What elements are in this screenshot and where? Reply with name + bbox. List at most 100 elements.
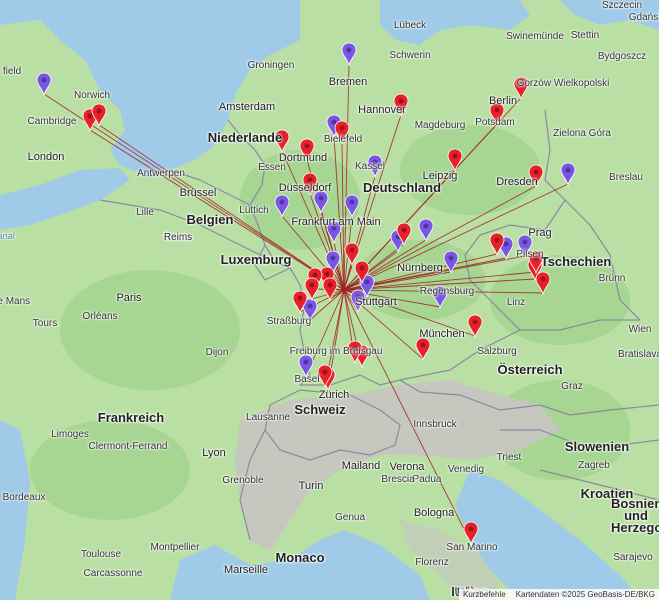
city-label: Nürnberg	[397, 262, 443, 274]
city-label: Brüssel	[179, 187, 217, 199]
country-label: Luxemburg	[220, 252, 292, 267]
city-label: Tours	[32, 318, 58, 329]
city-label: Bratislava	[618, 349, 659, 360]
city-label: Zagreb	[578, 460, 610, 471]
city-label: Lausanne	[246, 412, 290, 423]
map-marker-purple[interactable]	[418, 218, 434, 243]
country-label: Bosnien und Herzegowina	[611, 496, 659, 535]
map-data-attribution: Kartendaten ©2025 GeoBasis-DE/BKG	[515, 590, 655, 599]
city-label: Le Mans	[0, 296, 31, 307]
city-label: Hannover	[358, 104, 406, 116]
city-label: Norwich	[73, 90, 111, 101]
country-label: Monaco	[275, 550, 325, 565]
city-label: Florenz	[415, 557, 449, 568]
map-marker-purple[interactable]	[560, 162, 576, 187]
country-label: Schweiz	[294, 402, 346, 417]
shortcuts-link[interactable]: Kurzbefehle	[463, 590, 506, 599]
city-label: Limoges	[51, 429, 89, 440]
map-marker-red[interactable]	[415, 337, 431, 362]
country-label: Tschechien	[540, 254, 612, 269]
city-label: Frankfurt am Main	[291, 216, 381, 228]
city-label: Bielefeld	[323, 134, 363, 145]
city-label: Dresden	[496, 176, 538, 188]
city-label: Berlin	[488, 95, 518, 107]
city-label: Stettin	[570, 30, 600, 41]
map-canvas[interactable]: Niederlande Deutschland Belgien Luxembur…	[0, 0, 659, 600]
city-label: London	[27, 151, 65, 163]
city-label: Bologna	[413, 507, 455, 519]
city-label: Regensburg	[419, 286, 475, 297]
city-label: Gdańsk	[628, 12, 659, 23]
forest-area	[355, 240, 485, 320]
forest-area	[60, 270, 240, 390]
city-label: Groningen	[247, 60, 295, 71]
city-label: Padua	[412, 474, 442, 485]
city-label: Orléans	[82, 311, 118, 322]
city-label: Swinemünde	[506, 31, 564, 42]
map-marker-red[interactable]	[489, 232, 505, 257]
city-label: Marseille	[223, 564, 269, 576]
country-label: Belgien	[186, 212, 234, 227]
city-label: Zürich	[318, 389, 350, 401]
city-label: Essen	[258, 162, 286, 173]
city-label: Stuttgart	[355, 296, 397, 308]
city-label: Zielona Góra	[553, 128, 611, 139]
mediterranean-sea	[170, 530, 430, 600]
city-label: Freiburg im Breisgau	[289, 346, 383, 357]
city-label: Toulouse	[80, 549, 122, 560]
city-label: Wien	[628, 324, 652, 335]
city-label: Montpellier	[150, 542, 200, 553]
city-label: Basel	[294, 374, 320, 385]
city-label: Brünn	[598, 273, 626, 284]
water-label: anal	[0, 231, 15, 241]
city-label: Kassel	[354, 161, 386, 172]
atlantic-sea	[0, 420, 30, 600]
city-label: Gorzów Wielkopolski	[516, 78, 610, 89]
city-label: Prag	[528, 227, 552, 239]
map-marker-red[interactable]	[467, 314, 483, 339]
city-label: Clermont-Ferrand	[88, 441, 168, 452]
city-label: Reims	[163, 232, 193, 243]
city-label: Brescia	[381, 474, 415, 485]
country-label: Slowenien	[564, 439, 630, 454]
city-label: Pilsen	[516, 249, 544, 260]
city-label: Cambridge	[27, 116, 77, 127]
city-label: Antwerpen	[137, 168, 185, 179]
country-label: Frankreich	[97, 410, 165, 425]
city-label: Grenoble	[222, 475, 264, 486]
city-label: Linz	[506, 297, 526, 308]
city-label: field	[2, 66, 22, 77]
city-label: Sarajevo	[613, 552, 653, 563]
city-label: Bremen	[328, 76, 368, 88]
city-label: Carcassonne	[83, 568, 143, 579]
attribution-bar: Kurzbefehle Kartendaten ©2025 GeoBasis-D…	[458, 589, 659, 600]
city-label: Genua	[334, 512, 366, 523]
city-label: Bordeaux	[2, 492, 46, 503]
country-label: Niederlande	[207, 130, 283, 145]
city-label: Dijon	[205, 347, 229, 358]
city-label: Verona	[389, 461, 425, 473]
city-label: Leipzig	[422, 170, 458, 182]
city-label: Szczecin	[601, 0, 643, 11]
city-label: Lille	[136, 207, 154, 218]
city-label: Salzburg	[477, 346, 517, 357]
map-marker-red[interactable]	[322, 277, 338, 302]
city-label: Magdeburg	[414, 120, 466, 131]
city-label: München	[419, 328, 465, 340]
city-label: Lyon	[202, 447, 226, 459]
city-label: Potsdam	[475, 117, 515, 128]
city-label: Paris	[116, 292, 142, 304]
city-label: Amsterdam	[218, 101, 276, 113]
city-label: Lübeck	[393, 20, 427, 31]
city-label: Düsseldorf	[278, 182, 332, 194]
city-label: Breslau	[609, 172, 643, 183]
city-label: Straßburg	[266, 316, 312, 327]
city-label: Innsbruck	[413, 419, 457, 430]
map-marker-purple[interactable]	[341, 42, 357, 67]
forest-area	[400, 125, 540, 215]
city-label: Mailand	[341, 460, 381, 472]
city-label: Graz	[561, 381, 583, 392]
city-label: Schwerin	[389, 50, 431, 61]
city-label: Venedig	[447, 464, 485, 475]
country-label: Österreich	[497, 362, 563, 377]
